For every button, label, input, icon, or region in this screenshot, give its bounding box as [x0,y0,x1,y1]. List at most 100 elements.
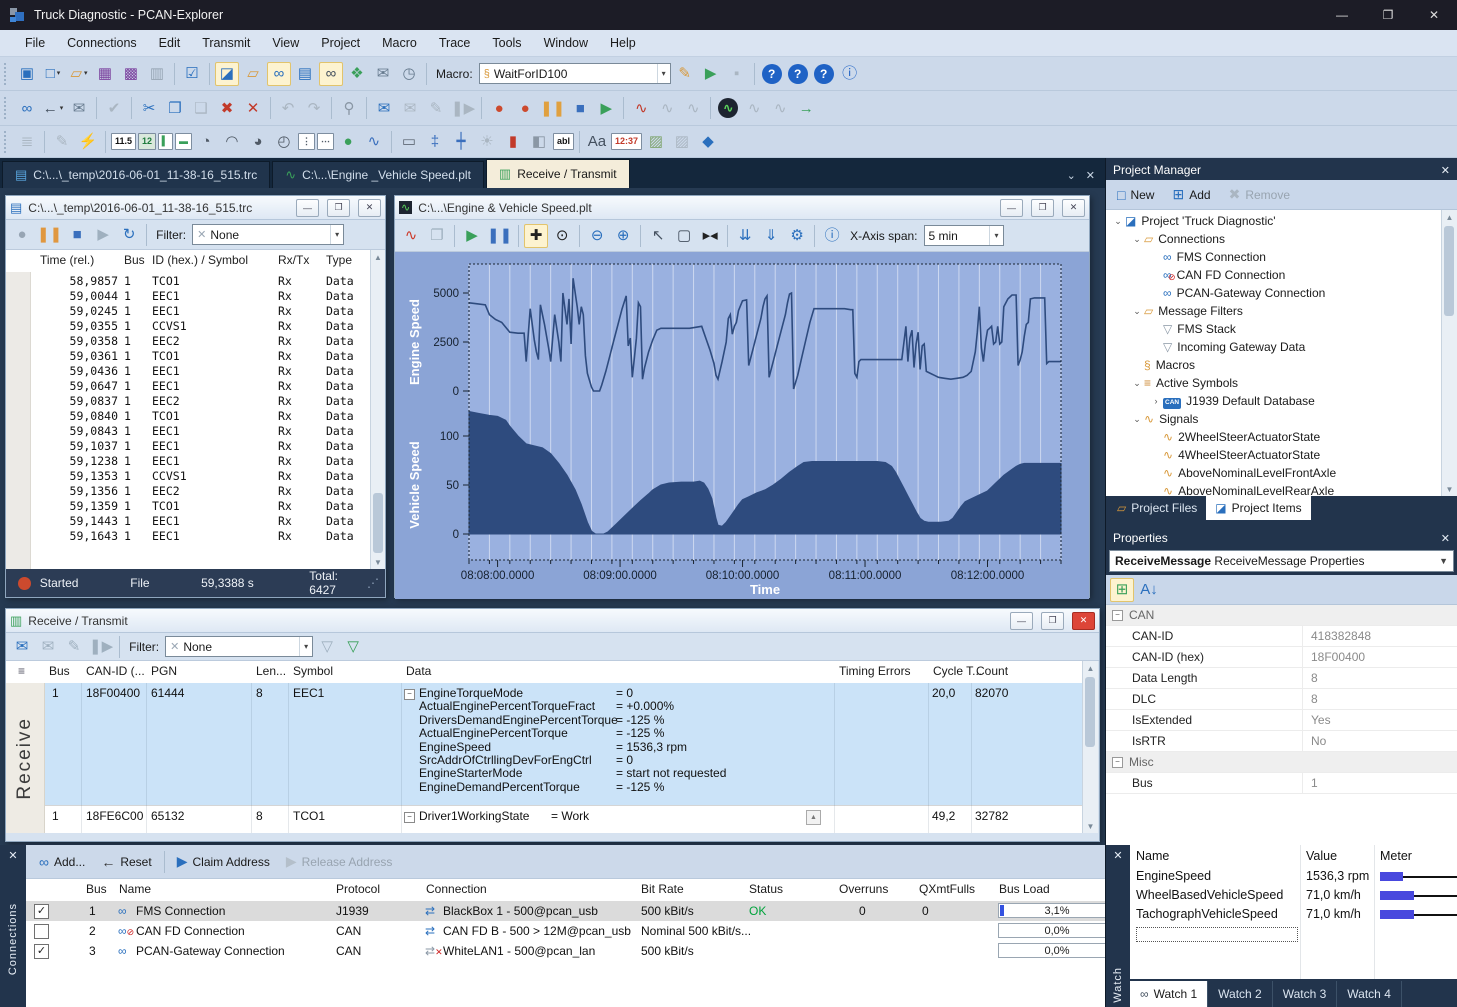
macro-stop-icon[interactable]: ▪ [725,62,749,86]
tab-project-files[interactable]: ▱Project Files [1108,496,1206,520]
plot-minimize-button[interactable]: — [1000,199,1023,217]
chevron-down-icon[interactable]: ⌄ [1131,414,1143,425]
plot-save-icon[interactable]: ∿ [681,96,705,120]
properties-window-icon[interactable]: ▤ [293,62,317,86]
watch-window-icon[interactable]: ∞ [319,62,343,86]
close-button[interactable]: ✕ [1411,0,1457,30]
tree-item[interactable]: ›CANJ1939 Default Database [1106,392,1442,410]
menu-tools[interactable]: Tools [481,30,532,56]
gauge-needle-icon[interactable]: ◕ [246,130,270,154]
menu-edit[interactable]: Edit [148,30,192,56]
column-header[interactable]: QXmtFulls [919,882,975,896]
images-icon[interactable]: ▨ [670,130,694,154]
pause-icon[interactable]: ❚❚ [486,224,513,248]
column-header[interactable]: Time (rel.) [40,253,94,267]
scroll-thumb[interactable] [1444,226,1454,316]
plot-canvas[interactable]: 08:08:00.000008:09:00.000008:10:00.00000… [395,252,1089,597]
tree-item[interactable]: ∿2WheelSteerActuatorState [1106,428,1442,446]
rt-restore-button[interactable]: ❐ [1041,612,1064,630]
tab-watch-3[interactable]: Watch 3 [1273,981,1338,1007]
tree-item[interactable]: ⌄◪Project 'Truck Diagnostic' [1106,212,1442,230]
column-header[interactable]: Rx/Tx [278,253,309,267]
checkbox-checked[interactable]: ✓ [34,904,49,919]
help-icon[interactable]: ? [762,64,782,84]
vslider-icon[interactable]: ‡ [423,130,447,154]
menu-file[interactable]: File [14,30,56,56]
property-category[interactable]: −CAN [1106,605,1457,626]
import-file-icon[interactable]: ⇓ [759,224,783,248]
filter-select[interactable]: ✕None▾ [192,224,344,245]
column-header[interactable]: Name [1136,849,1169,863]
textbox-control-icon[interactable]: abl [553,133,574,150]
minimize-button[interactable]: — [1319,0,1365,30]
column-header[interactable]: CAN-ID (... [86,664,145,678]
tree-item[interactable]: ⌄∿Signals [1106,410,1442,428]
tabs-chevron-down-icon[interactable]: ⌄ [1067,169,1076,182]
connection-row[interactable]: 2∞⊘CAN FD ConnectionCAN⇄CAN FD B - 500 >… [26,921,1105,941]
document-tab-1[interactable]: ▤C:\...\_temp\2016-06-01_11-38-16_515.tr… [2,161,270,188]
plot-info-icon[interactable]: ⓘ [820,224,844,248]
new-message-icon[interactable]: ✉ [10,635,34,659]
column-header[interactable]: Data [406,664,431,678]
reply-message-icon[interactable]: ✎ [62,635,86,659]
property-row[interactable]: CAN-ID (hex)18F00400 [1106,647,1457,668]
save-plot-icon[interactable]: ❐ [425,224,449,248]
paste-icon[interactable]: ❑ [189,96,213,120]
resize-grip[interactable]: ⋰ [367,576,379,590]
sort-az-icon[interactable]: A↓ [1137,578,1161,602]
scroll-thumb[interactable] [1085,677,1095,747]
watch-new-entry-field[interactable] [1136,927,1298,942]
numeric-display-icon[interactable]: 11.5 [111,133,136,150]
delete-icon[interactable]: ✖ [215,96,239,120]
disconnect-icon[interactable]: ← [41,96,65,120]
property-row[interactable]: Bus1 [1106,773,1457,794]
xaxis-span-select[interactable]: 5 min▾ [924,225,1004,246]
record-trace-icon[interactable]: ● [513,96,537,120]
tree-item[interactable]: ∞PCAN-Gateway Connection [1106,284,1442,302]
menu-window[interactable]: Window [533,30,599,56]
chevron-down-icon[interactable]: ⌄ [1131,306,1143,317]
validate-icon[interactable]: ✔ [102,96,126,120]
tree-item[interactable]: ▽Incoming Gateway Data [1106,338,1442,356]
tree-item[interactable]: ⌄▱Connections [1106,230,1442,248]
column-header[interactable]: Meter [1380,849,1412,863]
collapse-icon[interactable]: − [1112,610,1123,621]
checkbox-checked[interactable]: ✓ [34,944,49,959]
scroll-down-icon[interactable]: ▼ [371,555,385,569]
plot-restore-button[interactable]: ❐ [1031,199,1054,217]
scroll-up-icon[interactable]: ▲ [1442,210,1457,224]
collapse-icon[interactable]: − [404,689,415,700]
project-manager-header[interactable]: Project Manager ✕ [1106,160,1457,180]
play-icon[interactable]: ▶ [91,223,115,247]
column-header[interactable]: Bus [49,664,70,678]
document-tab-3[interactable]: ▥Receive / Transmit [486,159,630,188]
save-icon[interactable]: ▦ [93,62,117,86]
gauge-round-icon[interactable]: ◴ [272,130,296,154]
new-button[interactable]: □New [1110,183,1161,207]
numeric-display-green-icon[interactable]: 12 [138,133,156,150]
property-category[interactable]: −Misc [1106,752,1457,773]
menu-help[interactable]: Help [599,30,647,56]
new-plot-icon[interactable]: ∿ [629,96,653,120]
project-manager-window-icon[interactable]: ◪ [215,62,239,86]
dimmer-icon[interactable]: ☀ [475,130,499,154]
run-mode-icon[interactable]: ⚡ [76,130,100,154]
zoom-out-icon[interactable]: ⊖ [585,224,609,248]
tree-item[interactable]: ⌄≡Active Symbols [1106,374,1442,392]
scroll-up-mini-icon[interactable]: ▲ [806,810,821,825]
property-row[interactable]: IsRTRNo [1106,731,1457,752]
column-header[interactable]: Type [326,253,352,267]
column-header[interactable]: Timing Errors [839,664,911,678]
send-wait-icon[interactable]: ✉ [67,96,91,120]
property-row[interactable]: CAN-ID418382848 [1106,626,1457,647]
trace-close-button[interactable]: ✕ [358,199,381,217]
tree-item[interactable]: ∞FMS Connection [1106,248,1442,266]
tree-item[interactable]: §Macros [1106,356,1442,374]
roundrect-icon[interactable]: ▭ [397,130,421,154]
column-header[interactable]: Bit Rate [641,882,684,896]
tab-watch-4[interactable]: Watch 4 [1337,981,1402,1007]
connect-icon[interactable]: ∞ [15,96,39,120]
trafficlight-icon[interactable]: ▮ [501,130,525,154]
scroll-thumb[interactable] [373,493,383,553]
menu-view[interactable]: View [261,30,310,56]
